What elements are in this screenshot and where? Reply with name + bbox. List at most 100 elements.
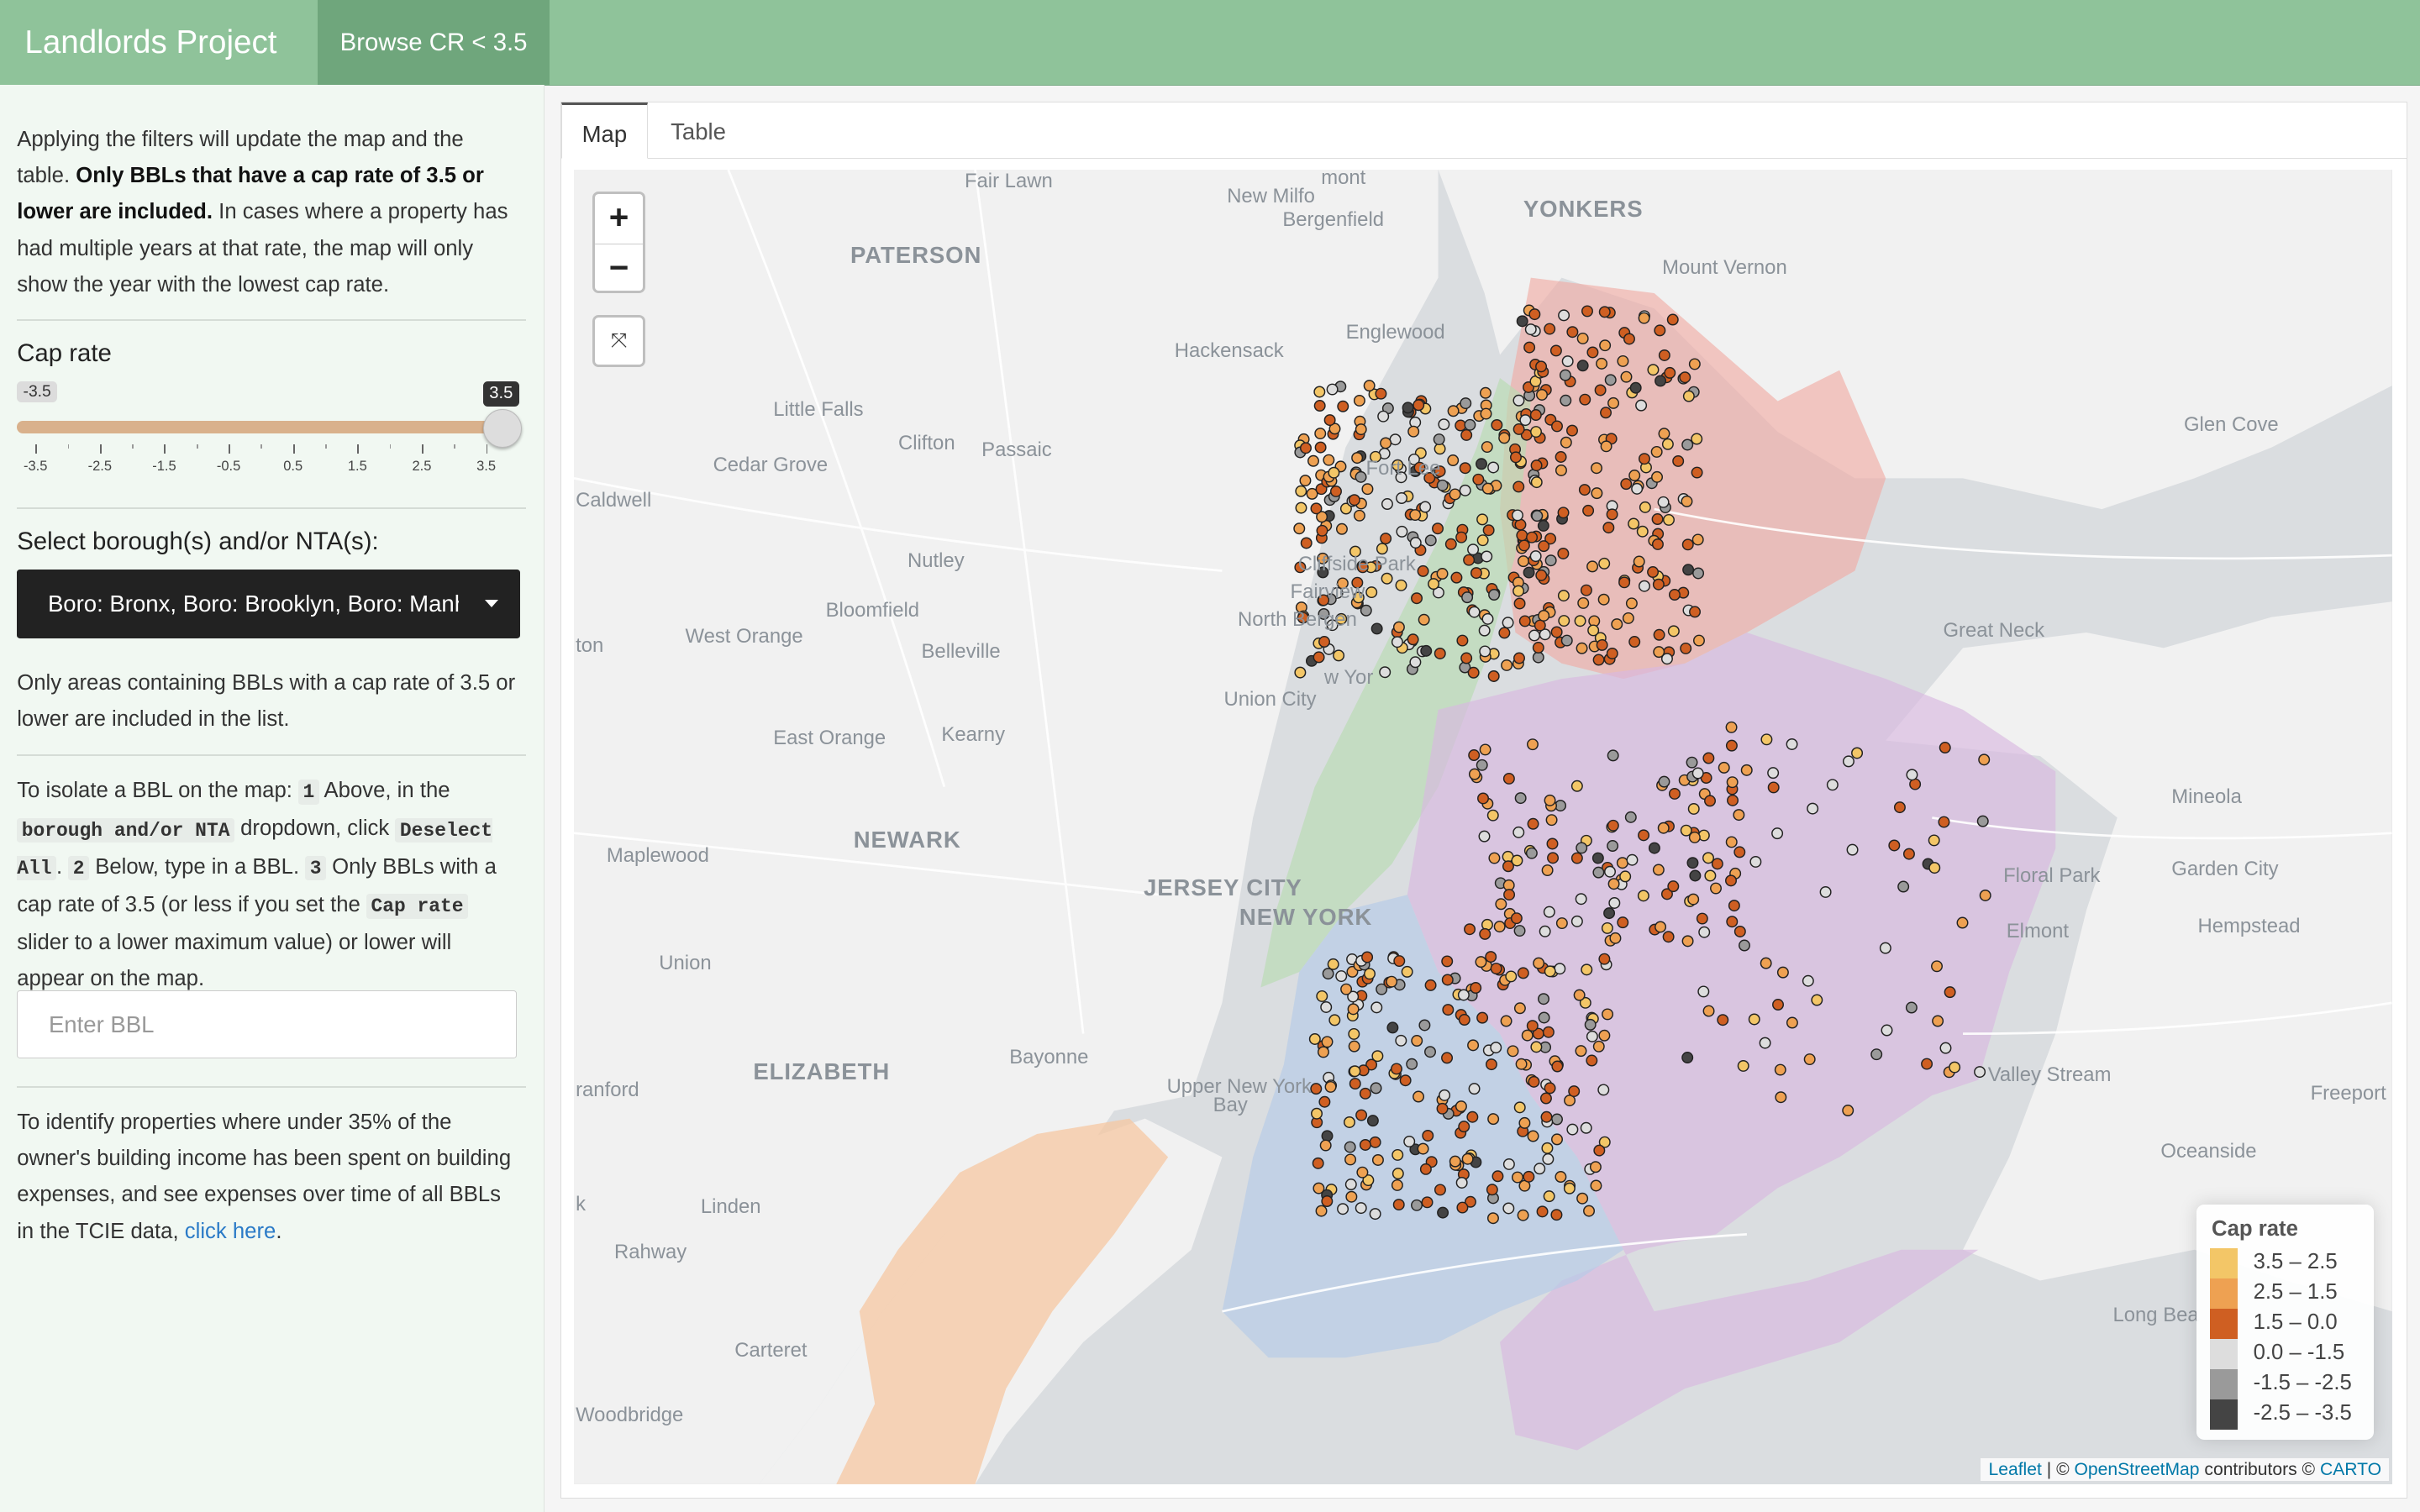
property-marker[interactable] xyxy=(1512,509,1524,522)
property-marker[interactable] xyxy=(1313,651,1325,664)
property-marker[interactable] xyxy=(1455,531,1468,543)
property-marker[interactable] xyxy=(1680,642,1692,654)
property-marker[interactable] xyxy=(1535,569,1548,581)
property-marker[interactable] xyxy=(1586,1054,1598,1067)
property-marker[interactable] xyxy=(1560,436,1573,449)
property-marker[interactable] xyxy=(1607,396,1620,409)
property-marker[interactable] xyxy=(1434,648,1447,660)
property-marker[interactable] xyxy=(1479,743,1491,756)
property-marker[interactable] xyxy=(1498,627,1511,639)
property-marker[interactable] xyxy=(1476,759,1488,771)
property-marker[interactable] xyxy=(1344,1153,1357,1166)
property-marker[interactable] xyxy=(1734,926,1747,937)
property-marker[interactable] xyxy=(1704,869,1717,882)
property-marker[interactable] xyxy=(1467,1039,1480,1052)
property-marker[interactable] xyxy=(1514,1101,1526,1114)
property-marker[interactable] xyxy=(1337,1203,1349,1215)
property-marker[interactable] xyxy=(1653,864,1665,876)
property-marker[interactable] xyxy=(1827,779,1839,791)
property-marker[interactable] xyxy=(1533,957,1545,969)
property-marker[interactable] xyxy=(1380,437,1392,449)
property-marker[interactable] xyxy=(1422,1130,1434,1142)
property-marker[interactable] xyxy=(1727,794,1739,806)
property-marker[interactable] xyxy=(1725,874,1738,887)
property-marker[interactable] xyxy=(1530,1041,1543,1053)
property-marker[interactable] xyxy=(1576,332,1589,344)
property-marker[interactable] xyxy=(1555,451,1567,464)
property-marker[interactable] xyxy=(1807,802,1819,815)
property-marker[interactable] xyxy=(1461,1152,1474,1165)
property-marker[interactable] xyxy=(1468,606,1481,618)
property-marker[interactable] xyxy=(1575,893,1587,906)
property-marker[interactable] xyxy=(1725,721,1738,733)
property-marker[interactable] xyxy=(1300,537,1313,549)
property-marker[interactable] xyxy=(1928,862,1941,874)
property-marker[interactable] xyxy=(1737,1060,1749,1072)
property-marker[interactable] xyxy=(1475,956,1487,969)
osm-link[interactable]: OpenStreetMap xyxy=(2075,1460,2200,1479)
carto-link[interactable]: CARTO xyxy=(2320,1460,2381,1479)
property-marker[interactable] xyxy=(1323,454,1335,466)
property-marker[interactable] xyxy=(1604,865,1617,878)
map[interactable] xyxy=(574,170,2392,1484)
property-marker[interactable] xyxy=(1407,633,1419,646)
property-marker[interactable] xyxy=(1316,524,1328,537)
property-marker[interactable] xyxy=(1527,738,1539,751)
property-marker[interactable] xyxy=(1571,780,1584,792)
property-marker[interactable] xyxy=(1420,644,1433,657)
property-marker[interactable] xyxy=(1607,648,1618,660)
property-marker[interactable] xyxy=(1543,1190,1555,1203)
property-marker[interactable] xyxy=(1355,423,1367,436)
property-marker[interactable] xyxy=(1939,1042,1952,1054)
property-marker[interactable] xyxy=(1310,1083,1323,1095)
property-marker[interactable] xyxy=(1503,1158,1516,1170)
property-marker[interactable] xyxy=(1819,886,1832,898)
property-marker[interactable] xyxy=(1478,830,1491,843)
property-marker[interactable] xyxy=(1420,1163,1433,1175)
property-marker[interactable] xyxy=(1399,1074,1412,1087)
property-marker[interactable] xyxy=(1533,642,1545,654)
property-marker[interactable] xyxy=(1597,1084,1610,1096)
property-marker[interactable] xyxy=(1527,1130,1539,1142)
property-marker[interactable] xyxy=(1361,483,1374,496)
property-marker[interactable] xyxy=(1458,989,1470,1001)
property-marker[interactable] xyxy=(1445,538,1458,550)
property-marker[interactable] xyxy=(1487,809,1500,822)
property-marker[interactable] xyxy=(1534,619,1547,632)
property-marker[interactable] xyxy=(1602,522,1615,534)
property-marker[interactable] xyxy=(1380,533,1392,545)
property-marker[interactable] xyxy=(1638,312,1650,324)
property-marker[interactable] xyxy=(1683,390,1696,402)
app-title[interactable]: Landlords Project xyxy=(24,0,276,85)
property-marker[interactable] xyxy=(1576,642,1588,654)
property-marker[interactable] xyxy=(1576,1192,1589,1205)
property-marker[interactable] xyxy=(1906,769,1918,781)
property-marker[interactable] xyxy=(1606,508,1618,521)
property-marker[interactable] xyxy=(1579,484,1591,496)
property-marker[interactable] xyxy=(1651,513,1664,526)
bbl-input[interactable] xyxy=(17,990,518,1058)
property-marker[interactable] xyxy=(1586,1030,1599,1042)
property-marker[interactable] xyxy=(1530,409,1543,422)
property-marker[interactable] xyxy=(1633,555,1645,568)
property-marker[interactable] xyxy=(1348,1040,1360,1053)
property-marker[interactable] xyxy=(1786,1016,1799,1029)
property-marker[interactable] xyxy=(1598,557,1611,570)
property-marker[interactable] xyxy=(1687,893,1700,906)
property-marker[interactable] xyxy=(1566,424,1579,437)
property-marker[interactable] xyxy=(1726,739,1739,752)
property-marker[interactable] xyxy=(1514,1002,1527,1015)
property-marker[interactable] xyxy=(1495,898,1507,911)
property-marker[interactable] xyxy=(1335,970,1348,983)
property-marker[interactable] xyxy=(1647,364,1660,376)
property-marker[interactable] xyxy=(1437,1206,1449,1219)
property-marker[interactable] xyxy=(1691,533,1704,546)
property-marker[interactable] xyxy=(1681,1052,1694,1064)
property-marker[interactable] xyxy=(1513,925,1526,937)
property-marker[interactable] xyxy=(1599,306,1611,318)
property-marker[interactable] xyxy=(1455,1177,1468,1189)
property-marker[interactable] xyxy=(1558,590,1570,602)
property-marker[interactable] xyxy=(1300,442,1313,454)
property-marker[interactable] xyxy=(1293,522,1306,535)
property-marker[interactable] xyxy=(1512,826,1525,838)
